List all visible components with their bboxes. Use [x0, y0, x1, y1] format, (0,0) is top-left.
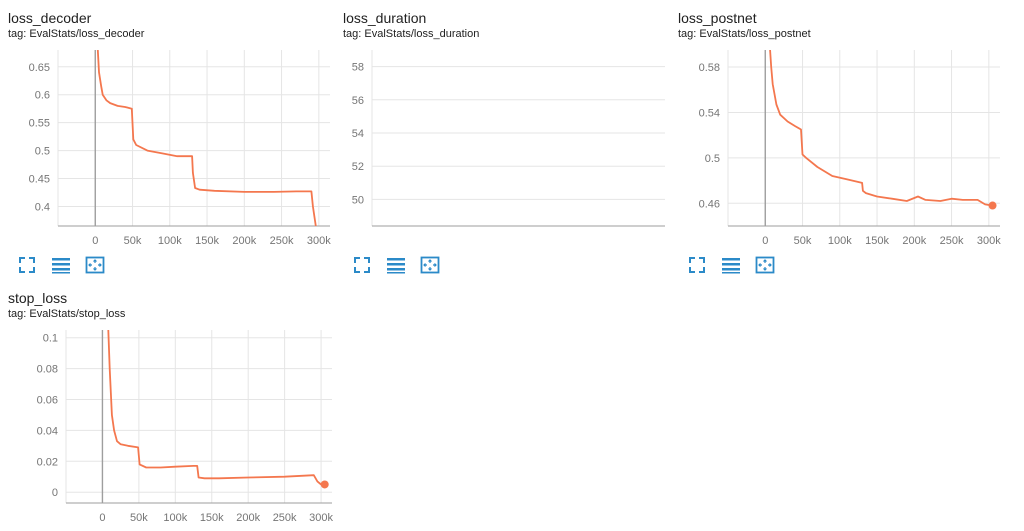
fit-domain-icon[interactable] [85, 255, 105, 275]
x-tick-label: 300k [307, 235, 331, 247]
x-tick-label: 250k [273, 512, 297, 524]
y-tick-label: 0.04 [37, 425, 58, 437]
x-tick-label: 50k [794, 235, 812, 247]
x-tick-label: 200k [232, 235, 256, 247]
y-tick-label: 0.06 [37, 395, 58, 407]
chart-card-loss-postnet: loss_postnet tag: EvalStats/loss_postnet… [670, 0, 1010, 290]
stop-loss-chart[interactable]: 0 0.02 0.04 0.06 0.08 0.1 0 50k 100k 150k 200k 250k… [0, 280, 340, 531]
x-tick-label: 100k [158, 235, 182, 247]
fullscreen-icon[interactable] [17, 255, 37, 275]
fullscreen-icon[interactable] [352, 255, 372, 275]
y-tick-label: 0.5 [35, 146, 50, 158]
y-tick-label: 0.54 [699, 107, 720, 119]
x-tick-label: 0 [92, 235, 98, 247]
log-scale-icon[interactable] [51, 255, 71, 275]
y-tick-label: 0.02 [37, 456, 58, 468]
x-tick-label: 100k [828, 235, 852, 247]
x-tick-label: 150k [200, 512, 224, 524]
series-end-point [320, 480, 329, 489]
y-tick-label: 54 [352, 128, 364, 140]
series-end-point [988, 201, 997, 210]
x-tick-label: 0 [99, 512, 105, 524]
y-tick-label: 0 [52, 487, 58, 499]
fit-domain-icon[interactable] [755, 255, 775, 275]
x-tick-label: 250k [940, 235, 964, 247]
x-tick-label: 300k [977, 235, 1001, 247]
y-tick-label: 0.08 [37, 364, 58, 376]
y-tick-label: 0.45 [29, 174, 50, 186]
y-tick-label: 0.5 [705, 153, 720, 165]
x-tick-label: 250k [270, 235, 294, 247]
log-scale-icon[interactable] [386, 255, 406, 275]
x-tick-label: 150k [195, 235, 219, 247]
y-tick-label: 0.46 [699, 198, 720, 210]
loss-decoder-chart[interactable]: 0.4 0.45 0.5 0.55 0.6 0.65 0 50k 100k 150k 200k 250… [0, 0, 340, 290]
x-tick-label: 50k [124, 235, 142, 247]
x-tick-label: 0 [762, 235, 768, 247]
y-tick-label: 52 [352, 161, 364, 173]
chart-card-stop-loss: stop_loss tag: EvalStats/stop_loss 0 0.02… [0, 280, 340, 531]
x-tick-label: 300k [309, 512, 333, 524]
y-tick-label: 0.6 [35, 90, 50, 102]
y-tick-label: 0.58 [699, 62, 720, 74]
loss-postnet-chart[interactable]: 0.46 0.5 0.54 0.58 0 50k 100k 150k 200k 250k 300k [670, 0, 1010, 290]
y-tick-label: 0.4 [35, 201, 50, 213]
y-tick-label: 0.1 [43, 333, 58, 345]
loss-duration-chart[interactable]: 50 52 54 56 58 [335, 0, 675, 290]
y-tick-label: 0.55 [29, 118, 50, 130]
fullscreen-icon[interactable] [687, 255, 707, 275]
y-tick-label: 0.65 [29, 62, 50, 74]
chart-card-loss-decoder: loss_decoder tag: EvalStats/loss_decoder… [0, 0, 340, 290]
y-tick-label: 58 [352, 62, 364, 74]
fit-domain-icon[interactable] [420, 255, 440, 275]
x-tick-label: 200k [236, 512, 260, 524]
x-tick-label: 100k [163, 512, 187, 524]
log-scale-icon[interactable] [721, 255, 741, 275]
y-tick-label: 50 [352, 194, 364, 206]
y-tick-label: 56 [352, 95, 364, 107]
x-tick-label: 50k [130, 512, 148, 524]
x-tick-label: 150k [865, 235, 889, 247]
chart-card-loss-duration: loss_duration tag: EvalStats/loss_durati… [335, 0, 675, 290]
x-tick-label: 200k [902, 235, 926, 247]
series-line [769, 50, 993, 207]
